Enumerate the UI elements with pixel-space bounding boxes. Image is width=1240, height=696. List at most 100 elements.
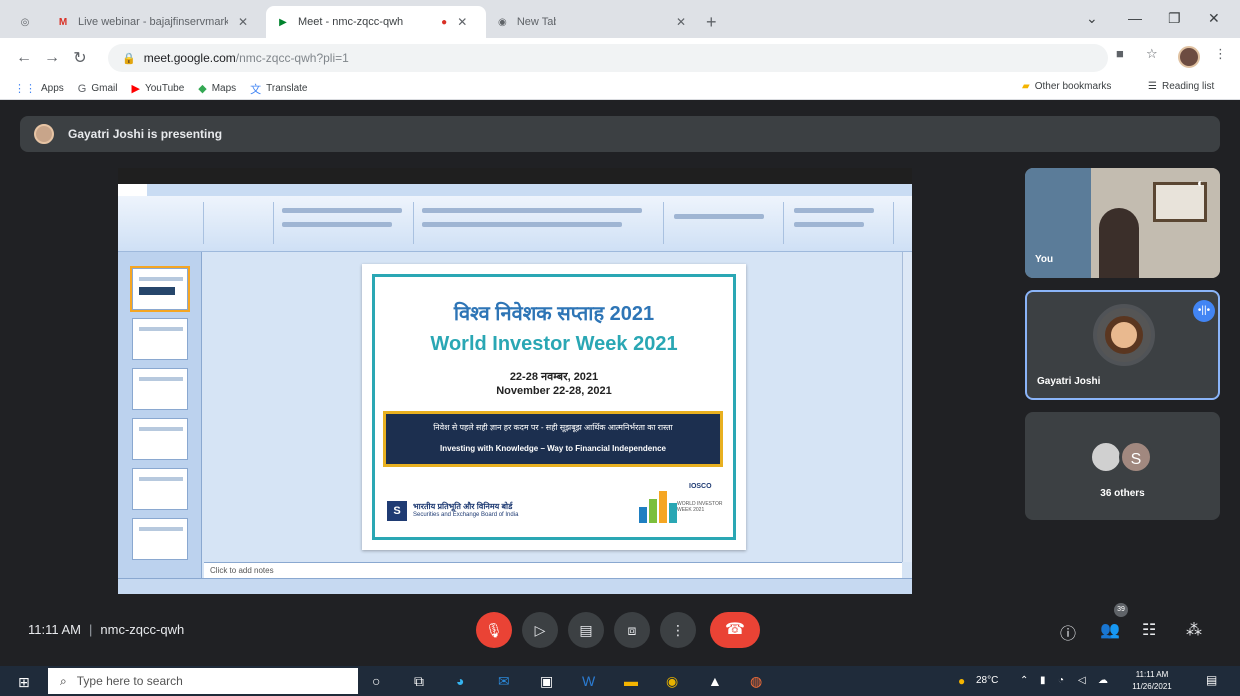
network-icon[interactable]: ◔ [1058, 675, 1064, 686]
onedrive-icon[interactable]: ☁ [1098, 675, 1108, 686]
search-icon: ⌕ [60, 673, 67, 688]
other-bookmarks[interactable]: ▰ Other bookmarks [1022, 81, 1111, 92]
ribbon-control [422, 208, 642, 213]
menu-kebab-icon[interactable]: ⋮ [1214, 46, 1227, 62]
participant-avatar-initial: S [1119, 440, 1153, 474]
reload-button[interactable]: ↻ [66, 48, 94, 68]
close-icon[interactable]: ✕ [457, 15, 467, 29]
self-video-tile[interactable]: ◐ You [1025, 168, 1220, 278]
chat-button[interactable]: ☷ [1142, 620, 1156, 640]
close-icon[interactable]: ✕ [238, 15, 248, 29]
windows-start-icon[interactable]: ⊞ [18, 674, 30, 691]
new-tab-button[interactable]: + [706, 12, 717, 33]
slide-theme-banner: निवेश से पहले सही ज्ञान हर कदम पर - सही … [383, 411, 723, 467]
ribbon-control [422, 222, 622, 227]
edge-icon[interactable]: ◕ [456, 673, 464, 689]
windows-taskbar: ⊞ ⌕ Type here to search ○ ⧉ ◕ ✉ ▣ W ▬ ◉ … [0, 666, 1240, 696]
volume-icon[interactable]: ◁ [1078, 675, 1086, 686]
captions-button[interactable]: ▤ [568, 612, 604, 648]
shared-screen: विश्व निवेशक सप्ताह 2021 World Investor … [118, 168, 912, 594]
activities-button[interactable]: ⁂ [1186, 620, 1202, 640]
bookmark-translate[interactable]: 文 Translate [250, 81, 307, 97]
profile-avatar[interactable] [1178, 46, 1200, 68]
back-button[interactable]: ← [10, 49, 38, 67]
bookmark-youtube[interactable]: ▶ YouTube [131, 82, 184, 95]
meeting-details-button[interactable]: ⓘ [1060, 620, 1076, 644]
slide-title-hindi: विश्व निवेशक सप्ताह 2021 [453, 303, 655, 325]
taskbar-clock[interactable]: 11:11 AM 11/26/2021 [1130, 669, 1174, 693]
bookmark-apps[interactable]: ⋮⋮ Apps [14, 82, 64, 95]
tab-search-icon[interactable]: ⌄ [1086, 10, 1098, 27]
speaker-avatar [1093, 304, 1155, 366]
leave-call-button[interactable]: ☎ [710, 612, 760, 648]
speaker-tile[interactable]: •||• Gayatri Joshi [1025, 290, 1220, 400]
tray-chevron-icon[interactable]: ⌃ [1020, 675, 1028, 686]
task-view-icon[interactable]: ⧉ [414, 673, 424, 690]
camera-toggle-button[interactable]: ▷ [522, 612, 558, 648]
vlc-icon[interactable]: ▲ [708, 673, 722, 689]
present-screen-icon: ⧈ [627, 622, 637, 638]
other-bookmarks-label: Other bookmarks [1034, 81, 1112, 92]
people-button[interactable]: 👥 [1100, 620, 1120, 640]
store-icon[interactable]: ▣ [540, 673, 553, 690]
chrome-icon: ◉ [498, 16, 507, 28]
others-tile[interactable]: S 36 others [1025, 412, 1220, 520]
bookmark-gmail[interactable]: G Gmail [78, 83, 118, 95]
search-placeholder: Type here to search [76, 674, 183, 688]
taskbar-search-box[interactable]: ⌕ Type here to search [48, 668, 358, 694]
ppt-notes-area: Click to add notes [204, 562, 902, 578]
ppt-tab [176, 184, 205, 196]
forward-button[interactable]: → [38, 49, 66, 67]
ribbon-group [204, 202, 274, 244]
mail-icon[interactable]: ✉ [498, 673, 510, 690]
address-bar[interactable]: 🔒 meet.google.com/nmc-zqcc-qwh?pli=1 [108, 44, 1108, 72]
firefox-icon[interactable]: ◍ [750, 673, 762, 690]
close-icon[interactable]: ✕ [676, 15, 686, 29]
banner-hindi: निवेश से पहले सही ज्ञान हर कदम पर - सही … [433, 423, 673, 432]
activities-icon: ⁂ [1186, 622, 1202, 639]
present-button[interactable]: ⧈ [614, 612, 650, 648]
banner-english: Investing with Knowledge – Way to Financ… [440, 444, 666, 453]
more-vert-icon: ⋮ [671, 622, 685, 638]
minimize-button[interactable]: — [1128, 10, 1142, 26]
slide-thumbnail [132, 368, 188, 410]
apps-grid-icon: ⋮⋮ [14, 83, 36, 95]
camera-indicator-icon[interactable]: ■ [1116, 46, 1124, 61]
tab-title: Meet - nmc-zqcc-qwh [298, 16, 404, 28]
weather-icon[interactable]: ● [958, 674, 965, 688]
notification-icon[interactable]: ▤ [1206, 673, 1217, 687]
close-window-button[interactable]: ✕ [1208, 10, 1220, 27]
url-host: meet.google.com [143, 51, 236, 65]
tab-back-chrome[interactable]: ◎ [8, 6, 50, 38]
people-count-badge: 39 [1114, 603, 1128, 617]
lock-icon[interactable]: 🔒 [122, 52, 136, 65]
tray-mic-icon[interactable]: ▮ [1040, 675, 1046, 686]
word-icon[interactable]: W [582, 673, 595, 689]
more-options-button[interactable]: ⋮ [660, 612, 696, 648]
file-explorer-icon[interactable]: ▬ [624, 673, 638, 689]
slide-thumbnail [132, 468, 188, 510]
ppt-title-bar [118, 168, 912, 184]
chrome-taskbar-icon[interactable]: ◉ [666, 673, 678, 690]
bookmark-maps[interactable]: ◆ Maps [198, 82, 236, 95]
bookmarks-bar: ⋮⋮ Apps G Gmail ▶ YouTube ◆ Maps 文 Translate … [0, 78, 1240, 100]
ribbon-control [282, 222, 392, 227]
info-icon: ⓘ [1060, 626, 1077, 643]
url-path: /nmc-zqcc-qwh?pli=1 [235, 51, 349, 65]
meet-icon: ▶ [279, 16, 287, 28]
bookmark-star-icon[interactable]: ☆ [1146, 46, 1158, 62]
slide-thumbnail [130, 266, 190, 312]
tab-meet[interactable]: ▶ Meet - nmc-zqcc-qwh ● ✕ [266, 6, 486, 38]
slide-date-hindi: 22-28 नवम्बर, 2021 [509, 371, 599, 383]
hang-up-icon: ☎ [725, 621, 745, 638]
pin-icon[interactable]: ◐ [1197, 176, 1204, 190]
mic-toggle-button[interactable]: 🎙 [476, 612, 512, 648]
tab-live-webinar[interactable]: M Live webinar - bajajfinservmarkets ✕ [46, 6, 258, 38]
tab-title: Live webinar - bajajfinservmarkets [78, 16, 228, 28]
reading-list[interactable]: ☰ Reading list [1148, 81, 1214, 92]
meeting-code: nmc-zqcc-qwh [100, 622, 185, 637]
self-video-person [1099, 208, 1139, 278]
cortana-icon[interactable]: ○ [372, 673, 380, 689]
tab-new-tab[interactable]: ◉ New Tab ✕ [486, 6, 696, 38]
maximize-button[interactable]: ❐ [1168, 10, 1181, 27]
